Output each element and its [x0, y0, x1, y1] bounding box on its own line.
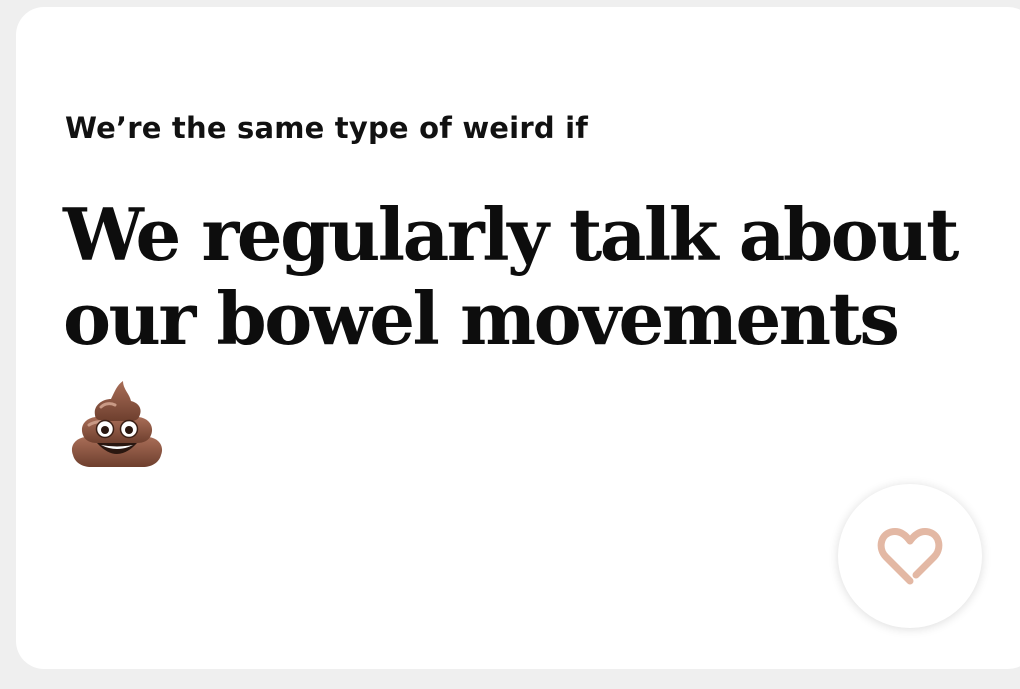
prompt-answer: We regularly talk about our bowel moveme… — [63, 192, 959, 361]
pile-of-poo-icon — [67, 379, 167, 471]
heart-icon — [874, 523, 946, 589]
prompt-card: We’re the same type of weird if We regul… — [16, 7, 1020, 669]
like-button[interactable] — [838, 484, 982, 628]
prompt-question: We’re the same type of weird if — [65, 111, 589, 145]
